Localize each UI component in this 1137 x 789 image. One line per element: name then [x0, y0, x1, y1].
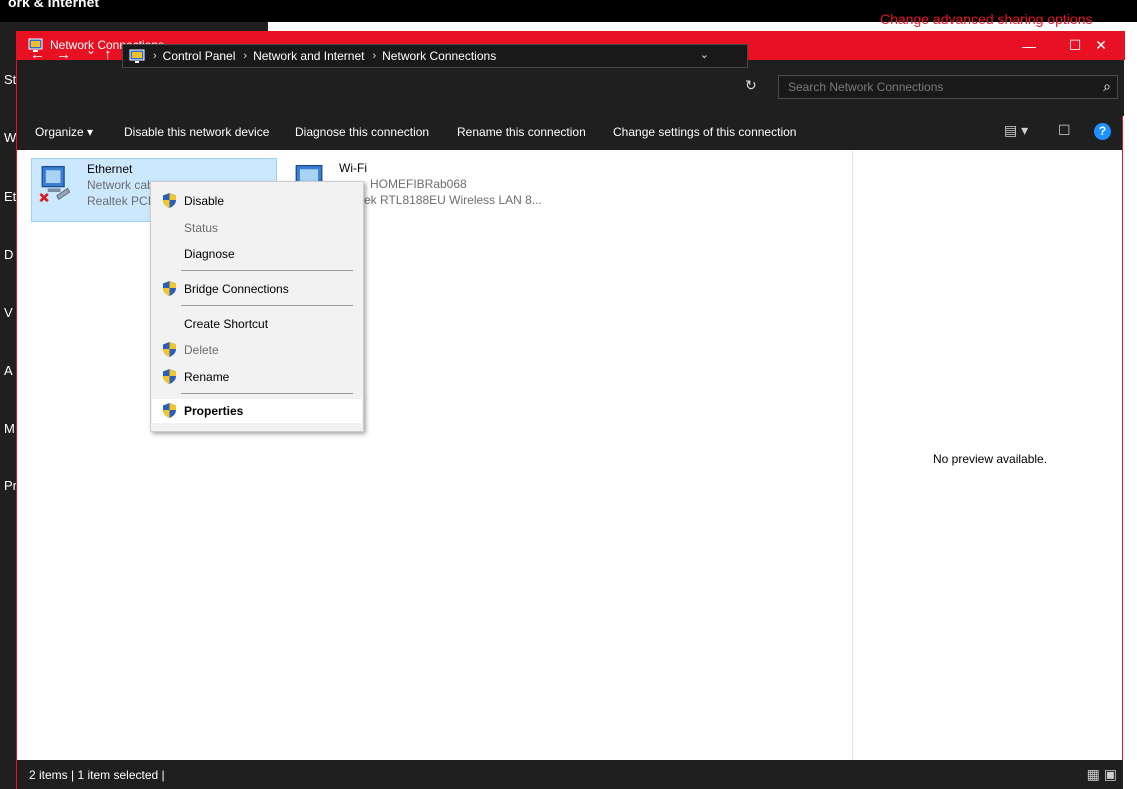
uac-shield-icon [163, 193, 176, 208]
menu-item-diagnose[interactable]: Diagnose [152, 242, 362, 266]
search-icon[interactable]: ⌕ [1103, 78, 1111, 95]
sidebar-letter: Pr [4, 478, 16, 493]
change-settings-button[interactable]: Change settings of this connection [613, 125, 796, 139]
wifi-adapter: ek RTL8188EU Wireless LAN 8... [364, 193, 542, 207]
connections-list[interactable]: Ethernet Network cab Realtek PCIe Wi-Fi … [17, 150, 852, 760]
forward-arrow-icon[interactable]: → [56, 46, 71, 63]
wifi-name: Wi-Fi [339, 161, 367, 175]
change-view-icon[interactable]: ▤ ▾ [1004, 122, 1028, 139]
address-dropdown-icon[interactable]: ⌄ [700, 48, 709, 61]
address-bar[interactable]: › Control Panel › Network and Internet ›… [122, 44, 748, 68]
menu-item-delete[interactable]: Delete [152, 338, 362, 362]
status-bar: 2 items | 1 item selected | ▦ ▣ [17, 760, 1123, 789]
close-button[interactable]: ✕ [1078, 31, 1124, 60]
uac-shield-icon [163, 403, 176, 418]
menu-item-properties[interactable]: Properties [152, 399, 362, 423]
refresh-icon[interactable]: ↻ [745, 77, 757, 94]
advanced-sharing-link[interactable]: Change advanced sharing options [880, 11, 1093, 27]
menu-item-bridge-connections[interactable]: Bridge Connections [152, 277, 362, 301]
menu-item-label: Bridge Connections [184, 282, 289, 296]
uac-shield-icon [163, 281, 176, 296]
menu-item-label: Rename [184, 370, 230, 384]
no-preview-text: No preview available. [933, 452, 1048, 466]
recent-locations-icon[interactable]: ⌄ [86, 43, 96, 57]
control-panel-icon [129, 49, 145, 63]
menu-item-disable[interactable]: Disable [152, 189, 362, 213]
search-placeholder: Search Network Connections [788, 80, 944, 94]
uac-shield-icon [163, 369, 176, 384]
sidebar-letter: Et [4, 189, 16, 204]
status-text: 2 items | 1 item selected | [29, 768, 165, 782]
ethernet-adapter: Realtek PCIe [87, 194, 158, 208]
ethernet-status: Network cab [87, 178, 154, 192]
ethernet-adapter-icon [39, 165, 71, 203]
menu-item-label: Properties [184, 404, 244, 418]
breadcrumb-separator: › [153, 50, 157, 62]
minimize-button[interactable]: — [1006, 31, 1052, 60]
menu-separator [181, 305, 353, 306]
menu-item-label: Diagnose [184, 247, 235, 261]
organize-button[interactable]: Organize ▾ [35, 125, 93, 139]
diagnose-connection-button[interactable]: Diagnose this connection [295, 125, 429, 139]
menu-item-label: Delete [184, 343, 219, 357]
breadcrumb-separator: › [372, 50, 377, 62]
breadcrumb-network-and-internet[interactable]: Network and Internet [253, 49, 364, 63]
breadcrumb-separator: › [243, 50, 248, 62]
sidebar-letter: V [4, 305, 13, 320]
sidebar-letter: W [4, 130, 16, 145]
rename-connection-button[interactable]: Rename this connection [457, 125, 586, 139]
menu-item-create-shortcut[interactable]: Create Shortcut [152, 312, 362, 336]
sidebar-letter: St [4, 72, 16, 87]
disable-device-button[interactable]: Disable this network device [124, 125, 269, 139]
menu-separator [181, 393, 353, 394]
menu-separator [181, 270, 353, 271]
search-input[interactable]: Search Network Connections ⌕ [778, 75, 1118, 99]
help-icon[interactable]: ? [1094, 123, 1111, 140]
sidebar-letter: A [4, 363, 13, 378]
up-arrow-icon[interactable]: ↑ [104, 46, 112, 63]
menu-item-label: Status [184, 221, 219, 235]
ethernet-name: Ethernet [87, 162, 133, 176]
settings-title: ork & Internet [8, 0, 100, 10]
context-menu: Disable Status Diagnose Bridge Connectio… [150, 181, 364, 432]
back-arrow-icon[interactable]: ← [30, 46, 45, 63]
menu-item-status[interactable]: Status [152, 216, 362, 240]
preview-pane: No preview available. [852, 150, 1122, 760]
preview-pane-icon[interactable]: ☐ [1058, 122, 1071, 139]
menu-item-rename[interactable]: Rename [152, 365, 362, 389]
breadcrumb-network-connections[interactable]: Network Connections [382, 49, 496, 63]
sidebar-letter: D [4, 247, 14, 262]
menu-item-label: Create Shortcut [184, 317, 269, 331]
sidebar-letter: M [4, 421, 15, 436]
breadcrumb-control-panel[interactable]: Control Panel [163, 49, 236, 63]
wifi-network: HOMEFIBRab068 [370, 177, 467, 191]
uac-shield-icon [163, 342, 176, 357]
menu-item-label: Disable [184, 194, 225, 208]
view-toggle-icons[interactable]: ▦ ▣ [1087, 766, 1117, 783]
